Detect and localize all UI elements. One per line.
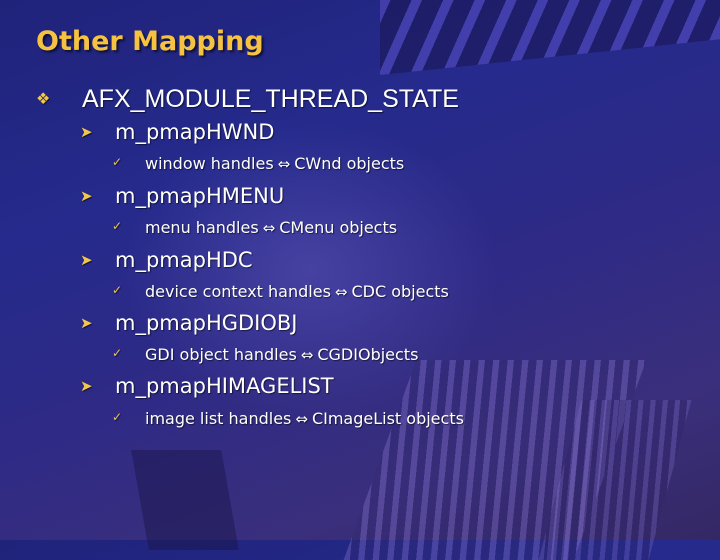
checkmark-icon: ✓ xyxy=(112,410,123,424)
detail-right: CImageList objects xyxy=(311,409,464,428)
member-item: ➤ m_pmapHMENU xyxy=(80,184,284,208)
member-name: m_pmapHIMAGELIST xyxy=(115,374,334,398)
member-detail: ✓ menu handles ⇔ CMenu objects xyxy=(112,218,397,237)
member-name: m_pmapHMENU xyxy=(115,184,285,208)
double-arrow-icon: ⇔ xyxy=(277,155,291,173)
bullet-root: ❖ AFX_MODULE_THREAD_STATE xyxy=(36,84,459,114)
double-arrow-icon: ⇔ xyxy=(300,346,314,364)
background-shadow-block xyxy=(131,450,239,550)
member-detail: ✓ GDI object handles ⇔ CGDIObjects xyxy=(112,345,418,364)
member-name: m_pmapHWND xyxy=(115,120,275,144)
member-item: ➤ m_pmapHDC xyxy=(80,248,253,272)
root-label: AFX_MODULE_THREAD_STATE xyxy=(82,85,459,113)
detail-left: GDI object handles xyxy=(145,345,297,364)
member-item: ➤ m_pmapHIMAGELIST xyxy=(80,374,334,398)
checkmark-icon: ✓ xyxy=(112,219,123,233)
detail-left: menu handles xyxy=(145,218,259,237)
member-item: ➤ m_pmapHGDIOBJ xyxy=(80,311,298,335)
member-detail: ✓ image list handles ⇔ CImageList objects xyxy=(112,409,464,428)
member-detail: ✓ window handles ⇔ CWnd objects xyxy=(112,154,404,173)
detail-right: CDC objects xyxy=(351,282,449,301)
member-item: ➤ m_pmapHWND xyxy=(80,120,274,144)
arrowhead-icon: ➤ xyxy=(80,187,93,205)
background-building-top xyxy=(380,0,720,75)
background-building-lower xyxy=(343,360,647,560)
member-name: m_pmapHGDIOBJ xyxy=(115,311,298,335)
detail-left: image list handles xyxy=(145,409,292,428)
detail-right: CMenu objects xyxy=(279,218,398,237)
checkmark-icon: ✓ xyxy=(112,346,123,360)
checkmark-icon: ✓ xyxy=(112,155,123,169)
arrowhead-icon: ➤ xyxy=(80,123,93,141)
checkmark-icon: ✓ xyxy=(112,283,123,297)
double-arrow-icon: ⇔ xyxy=(262,219,276,237)
detail-left: device context handles xyxy=(145,282,331,301)
arrowhead-icon: ➤ xyxy=(80,251,93,269)
slide-title: Other Mapping xyxy=(36,26,264,57)
arrowhead-icon: ➤ xyxy=(80,314,93,332)
detail-left: window handles xyxy=(145,154,274,173)
member-name: m_pmapHDC xyxy=(115,248,253,272)
double-arrow-icon: ⇔ xyxy=(295,410,308,428)
detail-right: CWnd objects xyxy=(294,154,405,173)
double-arrow-icon: ⇔ xyxy=(334,283,348,301)
background-building-right xyxy=(538,400,692,560)
member-detail: ✓ device context handles ⇔ CDC objects xyxy=(112,282,449,301)
detail-right: CGDIObjects xyxy=(317,345,419,364)
diamond-cluster-icon: ❖ xyxy=(36,89,51,108)
arrowhead-icon: ➤ xyxy=(80,377,93,395)
